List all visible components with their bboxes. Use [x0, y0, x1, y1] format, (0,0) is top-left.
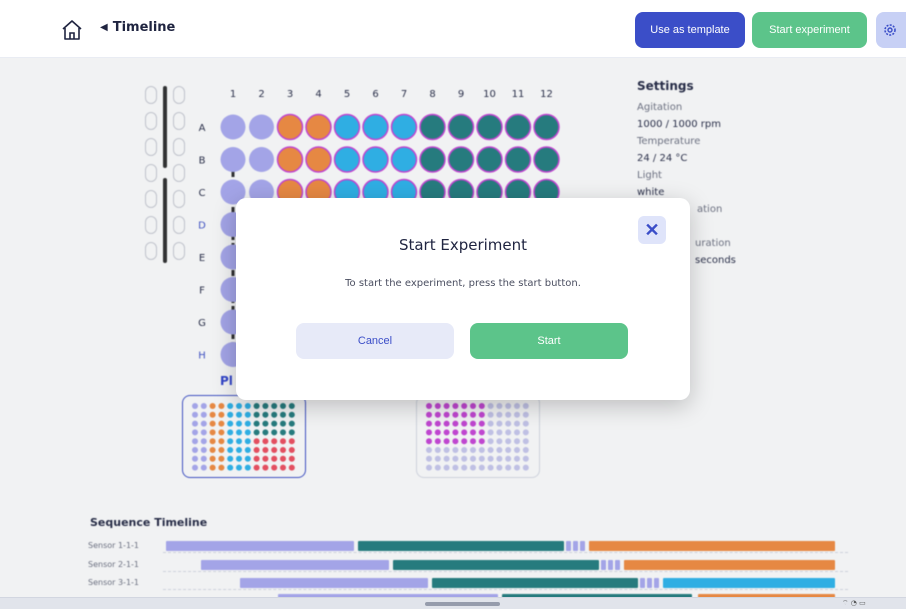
start-button[interactable]: Start: [470, 323, 628, 359]
back-arrow-icon: ◀: [100, 22, 108, 33]
top-header: ◀ Timeline Use as template Start experim…: [0, 0, 906, 58]
breadcrumb-back[interactable]: ◀ Timeline: [100, 20, 175, 35]
app-root: ◀ Timeline Use as template Start experim…: [0, 0, 906, 609]
start-experiment-dialog: ✕ Start Experiment To start the experime…: [236, 198, 690, 400]
breadcrumb-label: Timeline: [112, 20, 176, 35]
dialog-message: To start the experiment, press the start…: [345, 278, 581, 289]
gear-icon: [884, 24, 896, 36]
cancel-button[interactable]: Cancel: [296, 323, 454, 359]
start-experiment-button[interactable]: Start experiment: [752, 12, 867, 48]
use-as-template-button[interactable]: Use as template: [635, 12, 745, 48]
home-icon[interactable]: [60, 18, 84, 42]
dialog-title: Start Experiment: [398, 236, 528, 254]
settings-button[interactable]: [876, 12, 906, 48]
